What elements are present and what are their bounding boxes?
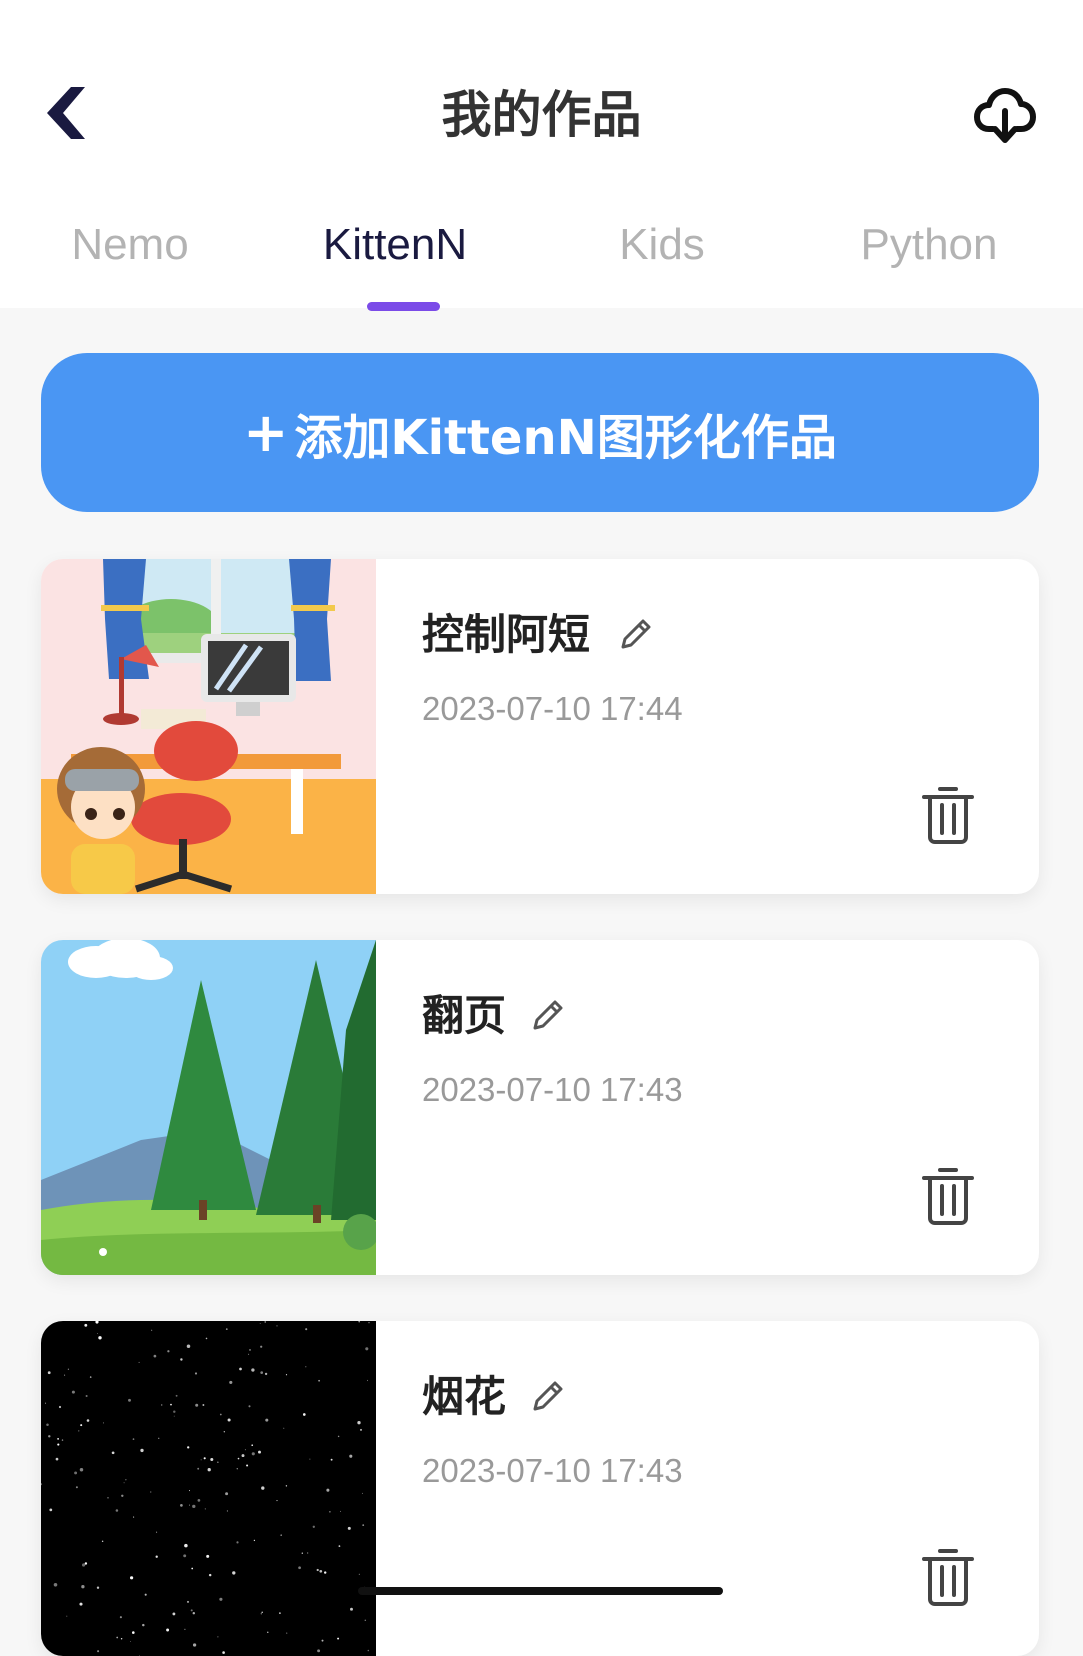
delete-button[interactable] — [917, 1160, 979, 1230]
work-card[interactable]: 翻页 2023-07-10 17:43 — [41, 940, 1039, 1275]
room-scene-thumbnail[interactable] — [41, 559, 376, 894]
tab-python[interactable]: Python — [794, 205, 1064, 285]
edit-name-button[interactable] — [523, 992, 571, 1040]
work-card[interactable]: 控制阿短 2023-07-10 17:44 — [41, 559, 1039, 894]
work-name: 控制阿短 — [422, 610, 591, 659]
starfield-thumbnail[interactable] — [41, 1321, 376, 1656]
pencil-icon — [621, 619, 651, 649]
plus-icon: + — [243, 401, 289, 464]
cloud-download-button[interactable] — [970, 80, 1040, 150]
work-date: 2023-07-10 17:43 — [422, 1452, 683, 1489]
home-indicator — [358, 1587, 723, 1595]
work-card[interactable]: 烟花 2023-07-10 17:43 — [41, 1321, 1039, 1656]
cloud-download-icon — [974, 88, 1036, 143]
work-date: 2023-07-10 17:44 — [422, 690, 683, 727]
work-name: 烟花 — [422, 1372, 507, 1421]
tab-nemo[interactable]: Nemo — [0, 205, 265, 285]
forest-scene-thumbnail[interactable] — [41, 940, 376, 1275]
delete-button[interactable] — [917, 1541, 979, 1611]
category-tabs: Nemo KittenN Kids Python — [0, 205, 1083, 311]
edit-name-button[interactable] — [611, 611, 659, 659]
add-work-label: 添加KittenN图形化作品 — [294, 409, 837, 466]
trash-icon — [922, 787, 974, 844]
active-tab-indicator — [367, 302, 440, 311]
pencil-icon — [533, 1000, 563, 1030]
trash-icon — [922, 1168, 974, 1225]
tab-kids[interactable]: Kids — [527, 205, 797, 285]
add-work-button[interactable]: + 添加KittenN图形化作品 — [41, 353, 1039, 512]
pencil-icon — [533, 1381, 563, 1411]
top-bar: 我的作品 Nemo KittenN Kids Python — [0, 0, 1083, 311]
work-date: 2023-07-10 17:43 — [422, 1071, 683, 1108]
tab-kittenn[interactable]: KittenN — [260, 205, 530, 285]
work-name: 翻页 — [422, 991, 507, 1040]
delete-button[interactable] — [917, 779, 979, 849]
edit-name-button[interactable] — [523, 1373, 571, 1421]
page-title: 我的作品 — [441, 86, 642, 144]
trash-icon — [922, 1549, 974, 1606]
